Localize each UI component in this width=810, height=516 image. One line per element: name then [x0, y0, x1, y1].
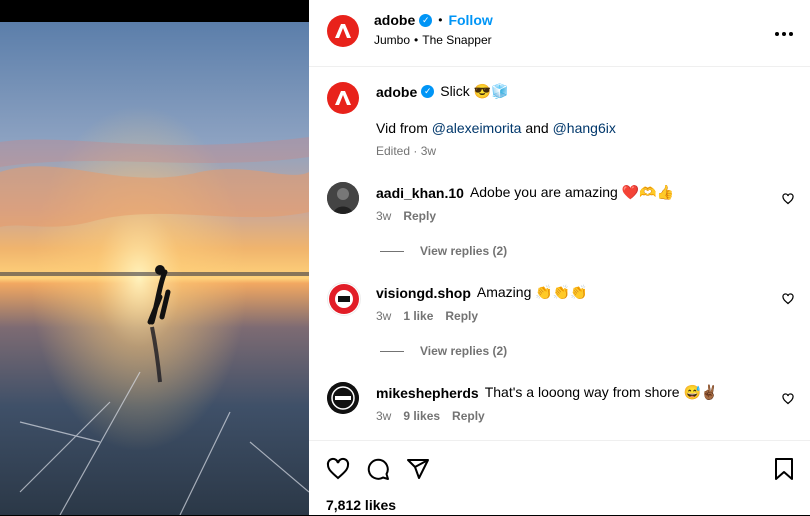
heart-icon: [782, 193, 794, 205]
media-top-bar: [0, 0, 309, 22]
mention-alexeimorita[interactable]: @alexeimorita: [432, 120, 522, 136]
adobe-avatar[interactable]: [327, 15, 359, 47]
avatar-photo: [327, 382, 359, 414]
comment-like-button[interactable]: [782, 292, 794, 310]
comment-time: 3w: [376, 409, 392, 423]
comment-time: 3w: [376, 209, 392, 223]
comment-likes[interactable]: 9 likes: [403, 409, 440, 423]
caption-username[interactable]: adobe: [376, 84, 417, 100]
mention-hang6ix[interactable]: @hang6ix: [553, 120, 616, 136]
reply-button[interactable]: Reply: [452, 409, 485, 423]
replies-divider: [380, 350, 404, 352]
view-replies-label[interactable]: View replies (2): [420, 244, 507, 258]
separator-dot: •: [438, 13, 443, 27]
comment-line: aadi_khan.10 Adobe you are amazing ❤️🫶👍: [376, 184, 674, 201]
comment-meta: 3w Reply: [376, 209, 436, 223]
caption-line: adobe ✓ Slick 😎🧊: [376, 83, 509, 100]
view-replies-button[interactable]: View replies (2): [380, 244, 507, 258]
caption-avatar[interactable]: [327, 82, 359, 114]
post-panel: adobe ✓ • Follow Jumbo • The Snapper ado…: [309, 0, 810, 515]
view-replies-button[interactable]: View replies (2): [380, 344, 507, 358]
reply-button[interactable]: Reply: [445, 309, 478, 323]
comment-icon: [367, 458, 389, 480]
replies-divider: [380, 250, 404, 252]
heart-icon: [782, 393, 794, 405]
verified-badge-icon: ✓: [419, 13, 433, 27]
comment-line: mikeshepherds That's a looong way from s…: [376, 384, 718, 401]
comment-button[interactable]: [366, 457, 390, 486]
comment-username[interactable]: visiongd.shop: [376, 285, 471, 301]
commenter-avatar[interactable]: [327, 282, 361, 316]
bookmark-icon: [775, 458, 793, 480]
heart-icon: [782, 293, 794, 305]
reply-button[interactable]: Reply: [403, 209, 436, 223]
caption-credits: Vid from @alexeimorita and @hang6ix: [376, 120, 616, 136]
comment-text: That's a looong way from shore 😅✌🏾: [484, 384, 719, 400]
likes-count[interactable]: 7,812 likes: [326, 497, 396, 513]
heart-icon: [326, 457, 350, 480]
adobe-logo-icon: [335, 24, 351, 38]
comment-username[interactable]: mikeshepherds: [376, 385, 479, 401]
view-replies-label[interactable]: View replies (2): [420, 344, 507, 358]
comment-text: Adobe you are amazing ❤️🫶👍: [469, 184, 674, 200]
video-frame: [0, 22, 309, 515]
post-header: adobe ✓ • Follow Jumbo • The Snapper: [309, 0, 810, 67]
comment-text: Amazing 👏👏👏: [476, 284, 588, 300]
audio-track[interactable]: Jumbo: [374, 33, 410, 47]
caption-and: and: [525, 120, 549, 136]
comment-likes[interactable]: 1 like: [403, 309, 433, 323]
like-button[interactable]: [326, 457, 350, 486]
commenter-avatar[interactable]: [327, 382, 359, 414]
save-button[interactable]: [774, 457, 794, 486]
post-actions: 7,812 likes: [309, 440, 810, 516]
follow-button[interactable]: Follow: [448, 12, 492, 28]
post-media[interactable]: [0, 0, 309, 515]
post-username[interactable]: adobe: [374, 12, 415, 28]
share-icon: [407, 459, 429, 479]
comment-meta: 3w 1 like Reply: [376, 309, 478, 323]
avatar-photo: [329, 284, 359, 314]
comment-meta: 3w 9 likes Reply: [376, 409, 485, 423]
comment-like-button[interactable]: [782, 392, 794, 410]
verified-badge-icon: ✓: [421, 85, 435, 98]
adobe-logo-icon: [335, 91, 351, 105]
avatar-photo: [327, 182, 359, 214]
audio-separator: •: [414, 33, 419, 47]
caption-meta: Edited · 3w: [376, 144, 437, 158]
share-button[interactable]: [406, 457, 430, 486]
comment-time: 3w: [376, 309, 392, 323]
comment-line: visiongd.shop Amazing 👏👏👏: [376, 284, 588, 301]
commenter-avatar[interactable]: [327, 182, 359, 214]
audio-artist[interactable]: The Snapper: [422, 33, 491, 47]
caption-text: Slick 😎🧊: [440, 83, 509, 99]
comment-username[interactable]: aadi_khan.10: [376, 185, 464, 201]
more-options-button[interactable]: [774, 24, 794, 42]
comment-like-button[interactable]: [782, 192, 794, 210]
caption-credits-prefix: Vid from: [376, 120, 428, 136]
more-horizontal-icon: [775, 32, 793, 36]
